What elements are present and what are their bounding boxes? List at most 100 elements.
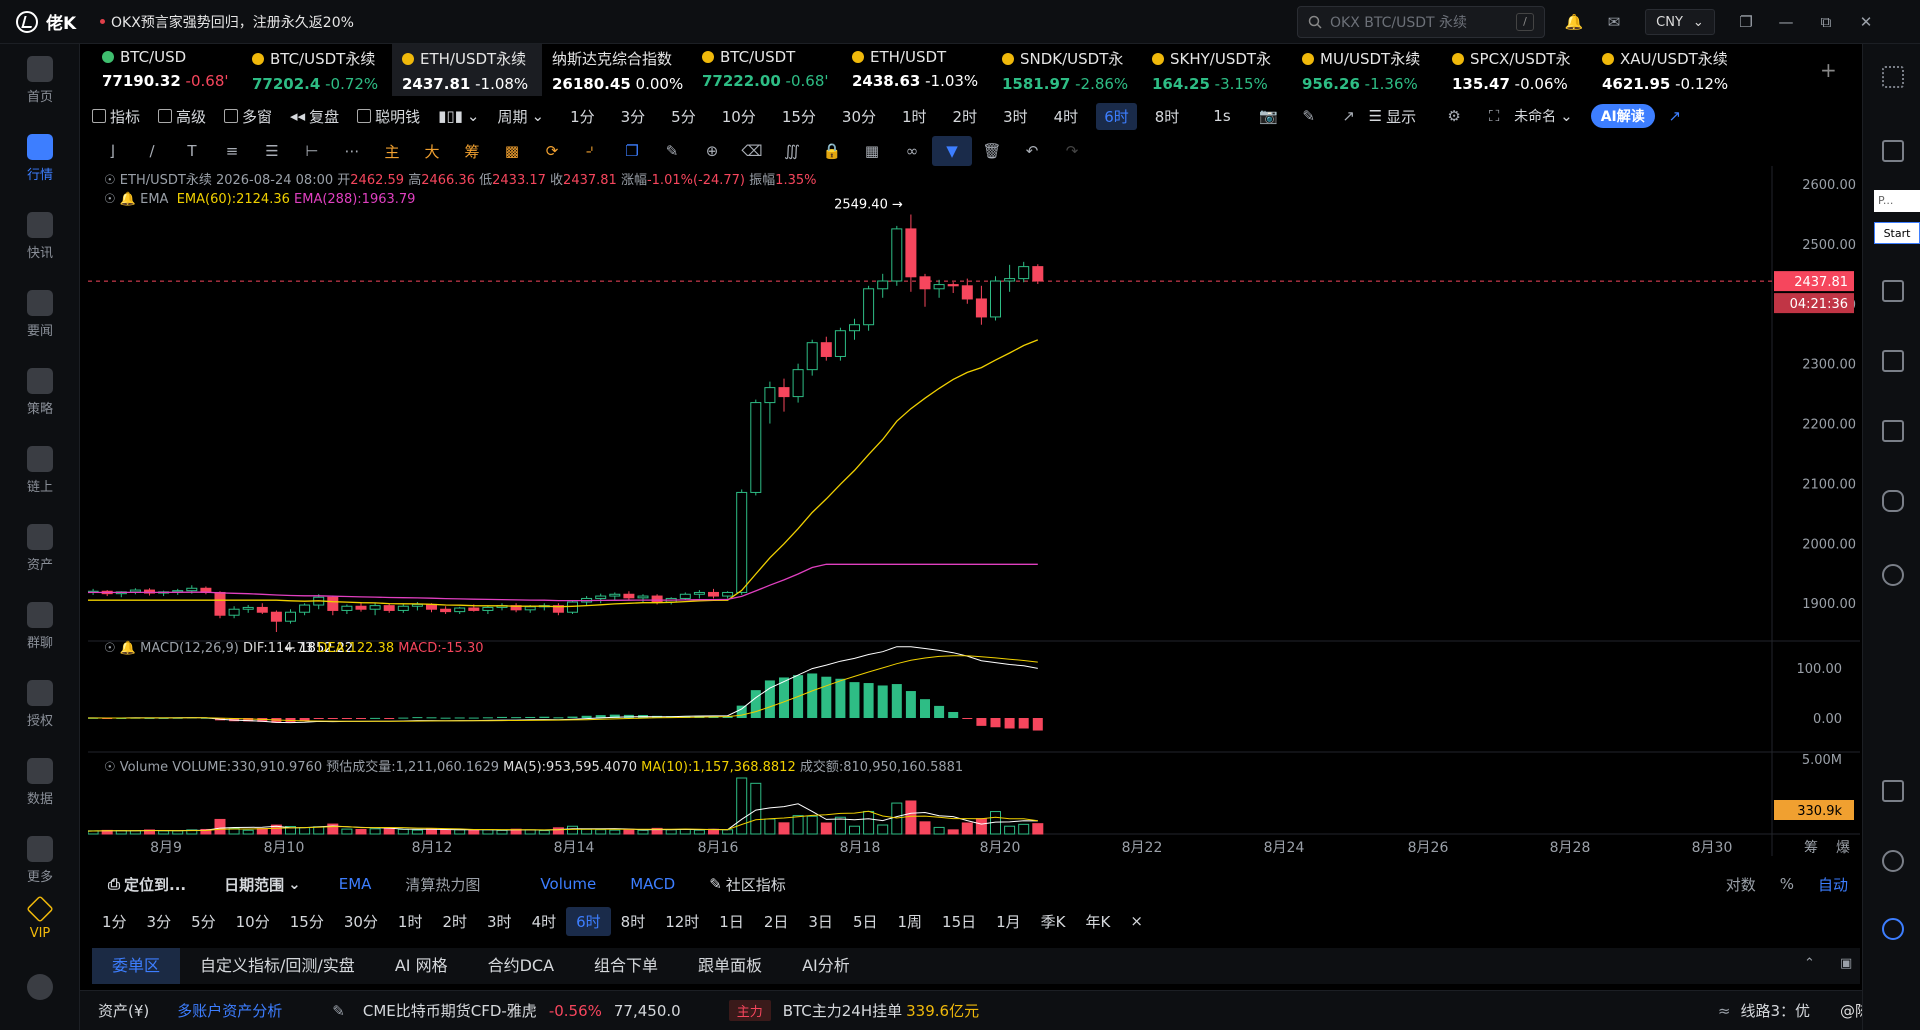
link-icon[interactable]: ∞ [892,136,932,166]
eraser-icon[interactable]: ⌫ [732,136,772,166]
text-tool-icon[interactable]: T [172,136,212,166]
bottom-timeframe-option[interactable]: 1时 [388,907,433,936]
ticker-name[interactable]: CME比特币期货CFD-雅虎 [363,1000,537,1021]
bottom-timeframe-option[interactable]: 2时 [432,907,477,936]
bottom-timeframe-option[interactable]: 15分 [280,907,334,936]
timeframe-option[interactable]: 30分 [834,103,884,130]
bell-icon[interactable]: 🔔 [120,192,136,207]
announcement[interactable]: OKX预言家强势回归，注册永久返20% [100,12,354,32]
close-icon[interactable]: ✕ [1857,13,1875,31]
symbol-tab[interactable]: BTC/USDT永续 77202.4 -0.72% [242,44,392,96]
settings-icon[interactable]: ⚙ [1434,101,1474,131]
lock-icon[interactable]: 🔒 [812,136,852,166]
dock-panel-icon[interactable]: ▣ [1840,956,1852,971]
monitor-icon[interactable] [1882,350,1904,372]
bell-icon[interactable]: 🔔 [1565,13,1584,31]
timeframe-option[interactable]: 15分 [774,103,824,130]
symbol-tab[interactable]: XAU/USDT永续 4621.95 -0.12% [1592,44,1742,96]
symbol-tab[interactable]: ETH/USDT 2438.63 -1.03% [842,44,992,96]
bottom-timeframe-option[interactable]: 5分 [181,907,226,936]
bottom-tab[interactable]: AI 网格 [375,948,468,984]
filter-icon[interactable]: ▼ [932,136,972,166]
bottom-timeframe-option[interactable]: 季K [1031,907,1076,936]
export-icon[interactable]: ↗ [1329,101,1369,131]
bottom-timeframe-option[interactable]: 1分 [92,907,137,936]
assistant-icon[interactable] [1882,918,1904,940]
pencil-icon[interactable]: ✎ [1289,101,1329,131]
exchange-icon[interactable] [1882,564,1904,586]
bottom-tab[interactable]: 委单区 [92,948,181,984]
collapse-icon[interactable]: ☉ [104,641,116,656]
layout-select[interactable]: 未命名 ⌄ [1514,106,1573,126]
bottom-timeframe-option[interactable]: 3时 [477,907,522,936]
bottom-timeframe-option[interactable]: 10分 [226,907,280,936]
currency-select[interactable]: CNY ⌄ [1645,9,1715,35]
tf-1s[interactable]: 1s [1205,104,1238,128]
crosshair-icon[interactable]: ⌋ [92,136,132,166]
trash-icon[interactable]: 🗑 [972,136,1012,166]
timeframe-option[interactable]: 5分 [663,103,704,130]
ruler-icon[interactable]: ✎ [652,136,692,166]
bottom-timeframe-option[interactable]: 30分 [334,907,388,936]
start-button[interactable]: Start [1874,222,1920,244]
trendline-icon[interactable]: ∕ [132,136,172,166]
symbol-tab[interactable]: SKHY/USDT永 164.25 -3.15% [1142,44,1292,96]
template-icon[interactable]: ▦ [852,136,892,166]
percent-scale-toggle[interactable]: % [1780,875,1794,893]
sidebar-item-data[interactable]: 数据 [0,758,80,807]
sidebar-item-news[interactable]: 快讯 [0,212,80,261]
replay-button[interactable]: ◂◂ 复盘 [290,106,339,127]
symbol-tab[interactable]: SPCX/USDT永 135.47 -0.06% [1442,44,1592,96]
timeframe-option[interactable]: 3分 [613,103,654,130]
timeframe-option[interactable]: 6时 [1096,102,1137,130]
fib-icon[interactable]: ☰ [252,136,292,166]
settings-button[interactable] [0,974,80,1000]
timeframe-option[interactable]: 2时 [945,103,986,130]
bell-icon[interactable]: 🔔 [120,641,136,656]
indicator-ema[interactable]: EMA [339,875,372,893]
sidebar-item-more[interactable]: 更多 [0,836,80,885]
etf-icon[interactable] [1882,420,1904,442]
chart-type-select[interactable]: ▮▯▮ ⌄ [438,107,479,125]
minimize-icon[interactable]: — [1777,13,1795,31]
bottom-tab[interactable]: 组合下单 [574,948,678,984]
bottom-timeframe-option[interactable]: 3分 [137,907,182,936]
watchlist-icon[interactable] [1882,66,1904,88]
bottom-timeframe-option[interactable]: 2日 [754,907,799,936]
brush-icon[interactable]: ⌏ [572,136,612,166]
magnet-icon[interactable]: ∭ [772,136,812,166]
document-icon[interactable] [1882,140,1904,162]
copy-icon[interactable]: ❐ [612,136,652,166]
timeframe-option[interactable]: 1分 [562,103,603,130]
smart-money-button[interactable]: 聪明钱 [357,106,420,127]
pattern-icon[interactable]: ⋯ [332,136,372,166]
locate-button[interactable]: ⎙ 定位到... [108,874,186,895]
big-order-icon[interactable]: 大 [412,136,452,166]
restore-icon[interactable]: ⧉ [1817,13,1835,31]
bottom-timeframe-option[interactable]: 8时 [611,907,656,936]
trend-icon[interactable]: ↗ [1655,101,1695,131]
sidebar-item-strategy[interactable]: 策略 [0,368,80,417]
bottom-tab[interactable]: 自定义指标/回测/实盘 [180,948,375,984]
cycle-icon[interactable]: ⟳ [532,136,572,166]
mail-icon[interactable]: ✉ [1605,13,1623,31]
symbol-tab[interactable]: MU/USDT永续 956.26 -1.36% [1292,44,1442,96]
timeframe-option[interactable]: 8时 [1147,103,1188,130]
indicators-button[interactable]: 指标 [92,106,140,127]
collapse-icon[interactable]: ☉ [104,173,116,188]
sidebar-item-home[interactable]: 首页 [0,56,80,105]
symbol-tab[interactable]: ETH/USDT永续 2437.81 -1.08% [392,44,542,96]
redo-icon[interactable]: ↷ [1052,136,1092,166]
measure-icon[interactable]: ⊢ [292,136,332,166]
indicator-liq-heatmap[interactable]: 清算热力图 [405,874,480,895]
edit-icon[interactable]: ✎ [332,1002,345,1020]
collapse-icon[interactable]: ☉ [104,192,116,207]
bottom-timeframe-option[interactable]: 12时 [655,907,709,936]
robot-icon[interactable] [1882,490,1904,512]
line-status[interactable]: 线路3：优 [1740,1000,1810,1021]
sidebar-item-headlines[interactable]: 要闻 [0,290,80,339]
log-scale-toggle[interactable]: 对数 [1726,874,1756,895]
p-label-box[interactable]: P... [1874,190,1920,212]
undo-icon[interactable]: ↶ [1012,136,1052,166]
auto-scale-toggle[interactable]: 自动 [1818,874,1848,895]
